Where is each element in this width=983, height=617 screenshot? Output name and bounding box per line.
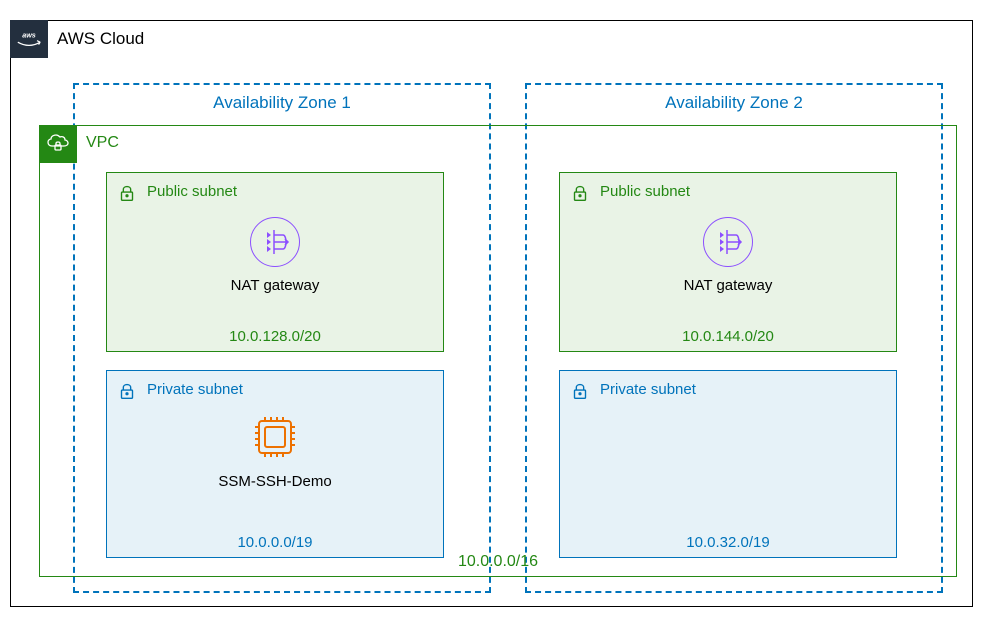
- vpc-icon: [39, 125, 77, 163]
- subnet-cidr: 10.0.0.0/19: [107, 534, 443, 551]
- lock-icon: [566, 377, 594, 405]
- nat-gateway-icon: [250, 217, 300, 267]
- subnet-title: Private subnet: [600, 381, 696, 398]
- vpc-container: VPC 10.0.0.0/16 Public subnet: [39, 125, 957, 577]
- aws-logo-icon: aws: [10, 20, 48, 58]
- az1-public-subnet: Public subnet NAT gateway 10.0.128.0/20: [106, 172, 444, 352]
- nat-gateway-icon: [703, 217, 753, 267]
- subnet-title: Private subnet: [147, 381, 243, 398]
- az1-private-subnet: Private subnet: [106, 370, 444, 558]
- ec2-instance-icon: [247, 409, 303, 465]
- subnet-cidr: 10.0.32.0/19: [560, 534, 896, 551]
- svg-text:aws: aws: [22, 30, 36, 39]
- lock-icon: [113, 377, 141, 405]
- subnet-cidr: 10.0.128.0/20: [107, 328, 443, 345]
- vpc-title: VPC: [86, 134, 119, 152]
- az2-public-subnet: Public subnet NAT gateway 10.0.144.0/20: [559, 172, 897, 352]
- az2-title: Availability Zone 2: [527, 93, 941, 113]
- subnet-cidr: 10.0.144.0/20: [560, 328, 896, 345]
- lock-icon: [566, 179, 594, 207]
- lock-icon: [113, 179, 141, 207]
- aws-cloud-container: aws AWS Cloud Availability Zone 1 Availa…: [10, 20, 973, 607]
- cloud-title: AWS Cloud: [57, 29, 144, 49]
- nat-gateway-label: NAT gateway: [107, 277, 443, 294]
- nat-gateway-label: NAT gateway: [560, 277, 896, 294]
- az2-private-subnet: Private subnet 10.0.32.0/19: [559, 370, 897, 558]
- subnet-title: Public subnet: [147, 183, 237, 200]
- subnet-title: Public subnet: [600, 183, 690, 200]
- az1-title: Availability Zone 1: [75, 93, 489, 113]
- ec2-instance-label: SSM-SSH-Demo: [107, 473, 443, 490]
